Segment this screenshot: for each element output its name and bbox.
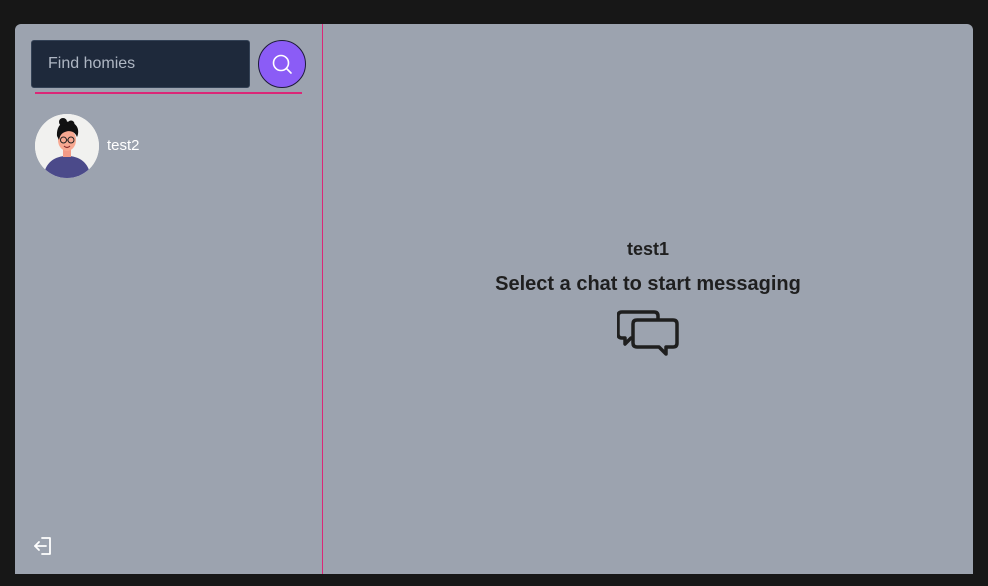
current-username: test1 bbox=[626, 238, 670, 259]
search-button[interactable] bbox=[258, 40, 306, 88]
chat-placeholder: test1 Select a chat to start messaging bbox=[323, 24, 973, 574]
empty-state-message: Select a chat to start messaging bbox=[495, 272, 801, 295]
cartoon-person-avatar bbox=[35, 114, 99, 178]
conversation-name: test2 bbox=[107, 136, 140, 154]
chat-app: test2 test1 Select a chat to start messa… bbox=[15, 24, 973, 574]
logout-button[interactable] bbox=[31, 534, 55, 558]
logout-icon bbox=[34, 537, 51, 555]
conversation-item[interactable]: test2 bbox=[35, 114, 140, 178]
search-form bbox=[31, 40, 306, 88]
chat-bubbles-icon bbox=[617, 309, 679, 356]
sidebar: test2 bbox=[15, 24, 323, 574]
avatar bbox=[35, 114, 99, 178]
sidebar-divider bbox=[35, 92, 302, 94]
search-icon bbox=[272, 54, 292, 74]
search-input[interactable] bbox=[31, 40, 250, 88]
